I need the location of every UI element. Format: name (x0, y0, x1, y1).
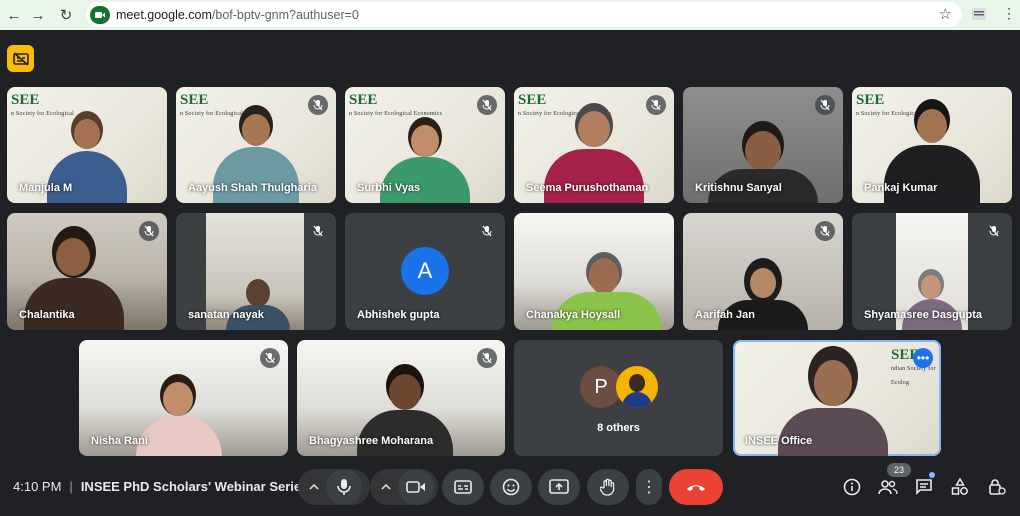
participant-tile[interactable]: Kritishnu Sanyal (683, 87, 843, 203)
reload-icon[interactable]: ↻ (52, 1, 80, 29)
captions-button[interactable] (442, 469, 484, 505)
participant-name: Seema Purushothaman (526, 182, 649, 194)
forward-icon[interactable]: → (24, 1, 52, 29)
participant-tile[interactable]: Chanakya Hoysall (514, 213, 674, 330)
meet-stage: SEE n Society for Ecological Manjula M SE… (0, 30, 1020, 516)
microphone-button[interactable] (326, 469, 362, 505)
participant-name: sanatan nayak (188, 309, 264, 321)
meeting-time: 4:10 PM (13, 479, 62, 494)
participant-tile[interactable]: SEE ndian Society for Ecolog ••• INSEE Of… (733, 340, 941, 456)
divider: | (69, 479, 73, 494)
more-options-icon[interactable]: ⋮ (636, 469, 662, 505)
participant-name: Bhagyashree Moharana (309, 435, 434, 447)
activities-icon[interactable] (948, 475, 972, 499)
camera-options-chevron-icon[interactable] (372, 469, 400, 505)
participant-name: Aayush Shah Thulgharia (188, 182, 317, 194)
participant-name: Shyamasree Dasgupta (864, 309, 982, 321)
meet-site-icon[interactable] (90, 5, 110, 24)
participant-tile[interactable]: SEE n Society for Ecological Economics Su… (345, 87, 505, 203)
others-tile[interactable]: P 8 others (514, 340, 723, 456)
participant-name: Nisha Rani (91, 435, 148, 447)
mic-off-icon (308, 221, 328, 241)
chat-notification-dot (929, 472, 935, 478)
participant-tile[interactable]: Bhagyashree Moharana (297, 340, 505, 456)
participant-tile[interactable]: SEE n Society for Ecological Aayush Shah … (176, 87, 336, 203)
participant-tile[interactable]: SEE n Society for Ecological Manjula M (7, 87, 167, 203)
people-icon[interactable] (876, 475, 900, 499)
present-screen-button[interactable] (538, 469, 580, 505)
bookmark-star-icon[interactable]: ☆ (939, 5, 952, 23)
participant-tile[interactable]: Shyamasree Dasgupta (852, 213, 1012, 330)
browser-menu-icon[interactable]: ⋮ (1002, 5, 1016, 22)
mic-off-icon (477, 348, 497, 368)
meeting-details-icon[interactable] (840, 475, 864, 499)
mic-off-icon (139, 221, 159, 241)
leave-call-button[interactable] (669, 469, 723, 505)
participant-avatar: A (401, 247, 449, 295)
mic-off-icon (815, 221, 835, 241)
mic-off-icon (984, 221, 1004, 241)
others-count: 8 others (597, 422, 640, 434)
mic-off-icon (308, 95, 328, 115)
browser-toolbar: ← → ↻ meet.google.com/bof-bptv-gnm?authu… (0, 0, 1020, 30)
mic-off-icon (477, 95, 497, 115)
mic-off-icon (477, 221, 497, 241)
participant-tile[interactable]: Aarifah Jan (683, 213, 843, 330)
captions-off-icon[interactable] (7, 45, 34, 72)
participant-tile[interactable]: Chalantika (7, 213, 167, 330)
control-bar: 4:10 PM | INSEE PhD Scholars' Webinar Seri… (0, 462, 1020, 516)
host-controls-icon[interactable] (985, 475, 1009, 499)
emoji-reaction-button[interactable] (490, 469, 532, 505)
more-options-icon[interactable]: ••• (913, 348, 933, 368)
participant-tile[interactable]: SEE n Society for Ecological Pankaj Kumar (852, 87, 1012, 203)
raise-hand-button[interactable] (587, 469, 629, 505)
participant-name: Chalantika (19, 309, 75, 321)
camera-button[interactable] (398, 469, 434, 505)
url-path: /bof-bptv-gnm?authuser=0 (211, 7, 359, 22)
participant-tile[interactable]: Nisha Rani (79, 340, 288, 456)
participant-tile[interactable]: SEE n Society for Ecological Economics Se… (514, 87, 674, 203)
meeting-title[interactable]: INSEE PhD Scholars' Webinar Serie... (81, 479, 312, 494)
participant-name: Surbhi Vyas (357, 182, 421, 194)
participant-name: Chanakya Hoysall (526, 309, 621, 321)
participant-tile[interactable]: A Abhishek gupta (345, 213, 505, 330)
participant-name: Pankaj Kumar (864, 182, 938, 194)
mic-off-icon (815, 95, 835, 115)
participant-avatar (616, 366, 658, 408)
participant-name: Abhishek gupta (357, 309, 440, 321)
participant-name: Manjula M (19, 182, 73, 194)
mic-options-chevron-icon[interactable] (300, 469, 328, 505)
participant-name: Kritishnu Sanyal (695, 182, 782, 194)
participant-tile[interactable]: sanatan nayak (176, 213, 336, 330)
extension-icon[interactable] (970, 5, 988, 23)
address-bar[interactable]: meet.google.com/bof-bptv-gnm?authuser=0 … (86, 2, 962, 27)
chat-icon[interactable] (912, 475, 936, 499)
participant-name: INSEE Office (745, 435, 813, 447)
participant-video (136, 374, 223, 456)
mic-off-icon (646, 95, 666, 115)
participant-name: Aarifah Jan (695, 309, 755, 321)
url-host: meet.google.com (116, 7, 212, 22)
mic-off-icon (260, 348, 280, 368)
meeting-info: 4:10 PM | INSEE PhD Scholars' Webinar Seri… (13, 479, 312, 494)
url-text[interactable]: meet.google.com/bof-bptv-gnm?authuser=0 (116, 8, 359, 22)
